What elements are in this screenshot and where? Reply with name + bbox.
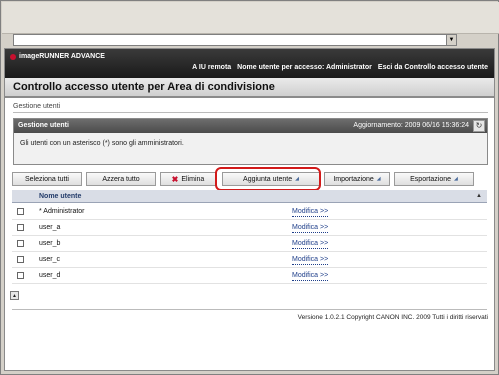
table-row: user_a Modifica >> [12, 220, 487, 236]
select-all-button[interactable]: Seleziona tutti [12, 172, 82, 186]
edit-link[interactable]: Modifica >> [292, 240, 329, 249]
row-checkbox[interactable] [17, 240, 24, 247]
chevron-down-icon[interactable]: ▼ [446, 35, 456, 45]
delete-button[interactable]: ✖ Elimina [160, 172, 216, 186]
column-header-name[interactable]: Nome utente [39, 193, 81, 200]
row-checkbox[interactable] [17, 272, 24, 279]
export-button[interactable]: Esportazione ◢ [394, 172, 474, 186]
table-row: user_c Modifica >> [12, 252, 487, 268]
refresh-icon[interactable]: ↻ [473, 120, 485, 132]
edit-link[interactable]: Modifica >> [292, 208, 329, 217]
back-to-top-icon[interactable]: ▲ [10, 291, 19, 300]
table-header: Nome utente ▲ [12, 190, 487, 203]
delete-icon: ✖ [171, 174, 179, 184]
arrow-icon: ◢ [376, 176, 381, 182]
page-title-bar: Controllo accesso utente per Area di con… [5, 78, 494, 98]
import-button[interactable]: Importazione ◢ [324, 172, 390, 186]
user-name: user_a [39, 224, 61, 231]
table-row: * Administrator Modifica >> [12, 204, 487, 220]
browser-window: ▼ imageRUNNER ADVANCE A IU remota Nome u… [0, 0, 499, 375]
breadcrumb: Gestione utenti [13, 103, 61, 110]
last-updated: Aggiornamento: 2009 06/16 15:36:24 [353, 122, 469, 129]
browser-toolbar [2, 2, 499, 34]
brand-name: imageRUNNER ADVANCE [19, 53, 105, 60]
address-bar[interactable]: ▼ [13, 34, 457, 46]
divider [13, 112, 488, 113]
export-label: Esportazione [410, 175, 451, 183]
table-row: user_d Modifica >> [12, 268, 487, 284]
arrow-icon: ◢ [454, 176, 458, 182]
brand-header: imageRUNNER ADVANCE A IU remota Nome ute… [5, 49, 494, 78]
highlight-callout [215, 167, 321, 191]
select-all-label: Seleziona tutti [25, 175, 69, 183]
logout-link[interactable]: Esci da Controllo accesso utente [378, 64, 488, 71]
row-checkbox[interactable] [17, 224, 24, 231]
panel-title: Gestione utenti [18, 122, 69, 129]
row-checkbox[interactable] [17, 256, 24, 263]
panel-header: Gestione utenti Aggiornamento: 2009 06/1… [14, 119, 487, 133]
edit-link[interactable]: Modifica >> [292, 224, 329, 233]
edit-link[interactable]: Modifica >> [292, 256, 329, 265]
admin-note: Gli utenti con un asterisco (*) sono gli… [20, 140, 184, 147]
edit-link[interactable]: Modifica >> [292, 272, 329, 281]
reset-all-button[interactable]: Azzera tutto [86, 172, 156, 186]
row-checkbox[interactable] [17, 208, 24, 215]
table-row: user_b Modifica >> [12, 236, 487, 252]
copyright-footer: Versione 1.0.2.1 Copyright CANON INC. 20… [297, 314, 488, 321]
import-label: Importazione [333, 175, 374, 183]
user-management-panel: Gestione utenti Aggiornamento: 2009 06/1… [13, 118, 488, 165]
user-name: user_c [39, 256, 61, 263]
login-user-label: Nome utente per accesso: Administrator [237, 64, 372, 71]
delete-label: Elimina [181, 175, 205, 183]
sort-icon[interactable]: ▲ [476, 193, 482, 199]
brand-logo: imageRUNNER ADVANCE [10, 53, 105, 60]
reset-all-label: Azzera tutto [102, 175, 140, 183]
logo-icon [10, 53, 16, 60]
header-links: A IU remota Nome utente per accesso: Adm… [192, 64, 488, 71]
page-title: Controllo accesso utente per Area di con… [13, 81, 275, 93]
divider [12, 309, 487, 310]
user-name: * Administrator [39, 208, 85, 215]
user-name: user_d [39, 272, 61, 279]
user-name: user_b [39, 240, 61, 247]
remote-ui-link[interactable]: A IU remota [192, 64, 231, 71]
